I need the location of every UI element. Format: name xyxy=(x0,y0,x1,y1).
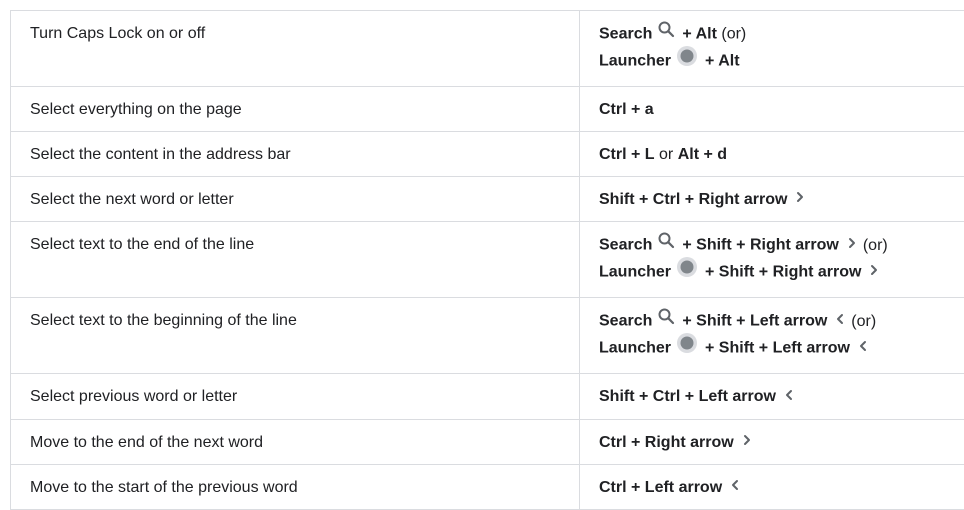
shortcut-cell: Ctrl + Left arrow xyxy=(580,464,964,509)
action-cell: Select the content in the address bar xyxy=(11,132,580,177)
separator-text: (or) xyxy=(851,313,876,330)
separator-text: (or) xyxy=(721,26,746,43)
search-icon xyxy=(657,231,675,256)
shortcut-line: Search + Shift + Left arrow (or) xyxy=(599,309,964,334)
shortcut-cell: Ctrl + Right arrow xyxy=(580,419,964,464)
key-combo: Ctrl + a xyxy=(599,101,654,118)
shortcut-cell: Search+ Shift + Right arrow(or)Launcher+… xyxy=(580,222,964,298)
action-cell: Select previous word or letter xyxy=(11,374,580,419)
key-combo: Launcher xyxy=(599,264,671,281)
action-label: Select the content in the address bar xyxy=(30,146,291,163)
shortcut-line: Search + Alt (or) xyxy=(599,22,964,47)
table-row: Select the content in the address bar Ctr… xyxy=(11,132,964,177)
chevron-right-icon xyxy=(869,260,879,283)
chevron-right-icon xyxy=(795,187,805,210)
search-icon xyxy=(657,307,675,332)
action-cell: Select the next word or letter xyxy=(11,177,580,222)
key-combo: + Alt xyxy=(705,53,740,70)
key-combo: + Alt xyxy=(682,26,717,43)
launcher-icon xyxy=(676,256,698,285)
chevron-left-icon xyxy=(730,475,740,498)
table-row: Select previous word or letter Shift + Ct… xyxy=(11,374,964,419)
action-label: Turn Caps Lock on or off xyxy=(30,25,205,42)
shortcut-cell: Search+ Shift + Left arrow(or)Launcher+ … xyxy=(580,298,964,374)
action-cell: Select text to the end of the line xyxy=(11,222,580,298)
action-cell: Select text to the beginning of the line xyxy=(11,298,580,374)
chevron-right-icon xyxy=(847,233,857,256)
action-label: Move to the end of the next word xyxy=(30,434,263,451)
shortcut-line: Ctrl + Left arrow xyxy=(599,476,964,499)
chevron-left-icon xyxy=(784,385,794,408)
action-label: Select text to the beginning of the line xyxy=(30,312,297,329)
chevron-left-icon xyxy=(835,309,845,332)
shortcut-line: Shift + Ctrl + Right arrow xyxy=(599,188,964,211)
key-combo: Search xyxy=(599,26,652,43)
key-combo: Launcher xyxy=(599,53,671,70)
action-cell: Move to the end of the next word xyxy=(11,419,580,464)
shortcut-line: Search + Shift + Right arrow (or) xyxy=(599,233,964,258)
key-combo: Shift + Ctrl + Right arrow xyxy=(599,191,787,208)
key-combo: + Shift + Right arrow xyxy=(705,264,861,281)
launcher-icon xyxy=(676,332,698,361)
action-label: Select the next word or letter xyxy=(30,191,234,208)
shortcut-cell: Shift + Ctrl + Right arrow xyxy=(580,177,964,222)
action-label: Select text to the end of the line xyxy=(30,236,254,253)
key-combo: + Shift + Right arrow xyxy=(682,237,838,254)
table-row: Select everything on the page Ctrl + a xyxy=(11,87,964,132)
table-row: Select text to the beginning of the line… xyxy=(11,298,964,374)
key-combo: Ctrl + Right arrow xyxy=(599,434,734,451)
shortcut-cell: Ctrl + L or Alt + d xyxy=(580,132,964,177)
key-combo: + Shift + Left arrow xyxy=(705,340,850,357)
search-icon xyxy=(657,20,675,45)
shortcuts-table-body: Turn Caps Lock on or off Search + Alt (or)… xyxy=(11,11,964,510)
separator-text: (or) xyxy=(863,237,888,254)
key-combo: Search xyxy=(599,313,652,330)
action-label: Move to the start of the previous word xyxy=(30,479,298,496)
action-cell: Turn Caps Lock on or off xyxy=(11,11,580,87)
table-row: Turn Caps Lock on or off Search + Alt (or)… xyxy=(11,11,964,87)
table-row: Move to the start of the previous word Ct… xyxy=(11,464,964,509)
shortcut-line: Ctrl + Right arrow xyxy=(599,431,964,454)
shortcut-cell: Ctrl + a xyxy=(580,87,964,132)
shortcut-line: Launcher + Shift + Left arrow xyxy=(599,334,964,363)
key-combo: Ctrl + Left arrow xyxy=(599,479,722,496)
separator-text: or xyxy=(659,146,673,163)
key-combo: Ctrl + L xyxy=(599,146,655,163)
key-combo: Shift + Ctrl + Left arrow xyxy=(599,388,776,405)
chevron-right-icon xyxy=(742,430,752,453)
action-cell: Select everything on the page xyxy=(11,87,580,132)
action-label: Select previous word or letter xyxy=(30,388,237,405)
shortcut-line: Ctrl + L or Alt + d xyxy=(599,143,964,166)
table-row: Select text to the end of the line Search… xyxy=(11,222,964,298)
launcher-icon xyxy=(676,45,698,74)
shortcut-line: Launcher + Shift + Right arrow xyxy=(599,258,964,287)
key-combo: + Shift + Left arrow xyxy=(682,313,827,330)
shortcut-line: Shift + Ctrl + Left arrow xyxy=(599,385,964,408)
table-row: Move to the end of the next word Ctrl + R… xyxy=(11,419,964,464)
key-combo: Search xyxy=(599,237,652,254)
action-label: Select everything on the page xyxy=(30,101,242,118)
action-cell: Move to the start of the previous word xyxy=(11,464,580,509)
shortcut-line: Ctrl + a xyxy=(599,98,964,121)
shortcuts-table: Turn Caps Lock on or off Search + Alt (or)… xyxy=(10,10,964,510)
chevron-left-icon xyxy=(858,336,868,359)
shortcut-line: Launcher + Alt xyxy=(599,47,964,76)
shortcut-cell: Shift + Ctrl + Left arrow xyxy=(580,374,964,419)
table-row: Select the next word or letter Shift + Ct… xyxy=(11,177,964,222)
shortcut-cell: Search + Alt (or) Launcher + Alt xyxy=(580,11,964,87)
key-combo: Launcher xyxy=(599,340,671,357)
key-combo: Alt + d xyxy=(678,146,727,163)
